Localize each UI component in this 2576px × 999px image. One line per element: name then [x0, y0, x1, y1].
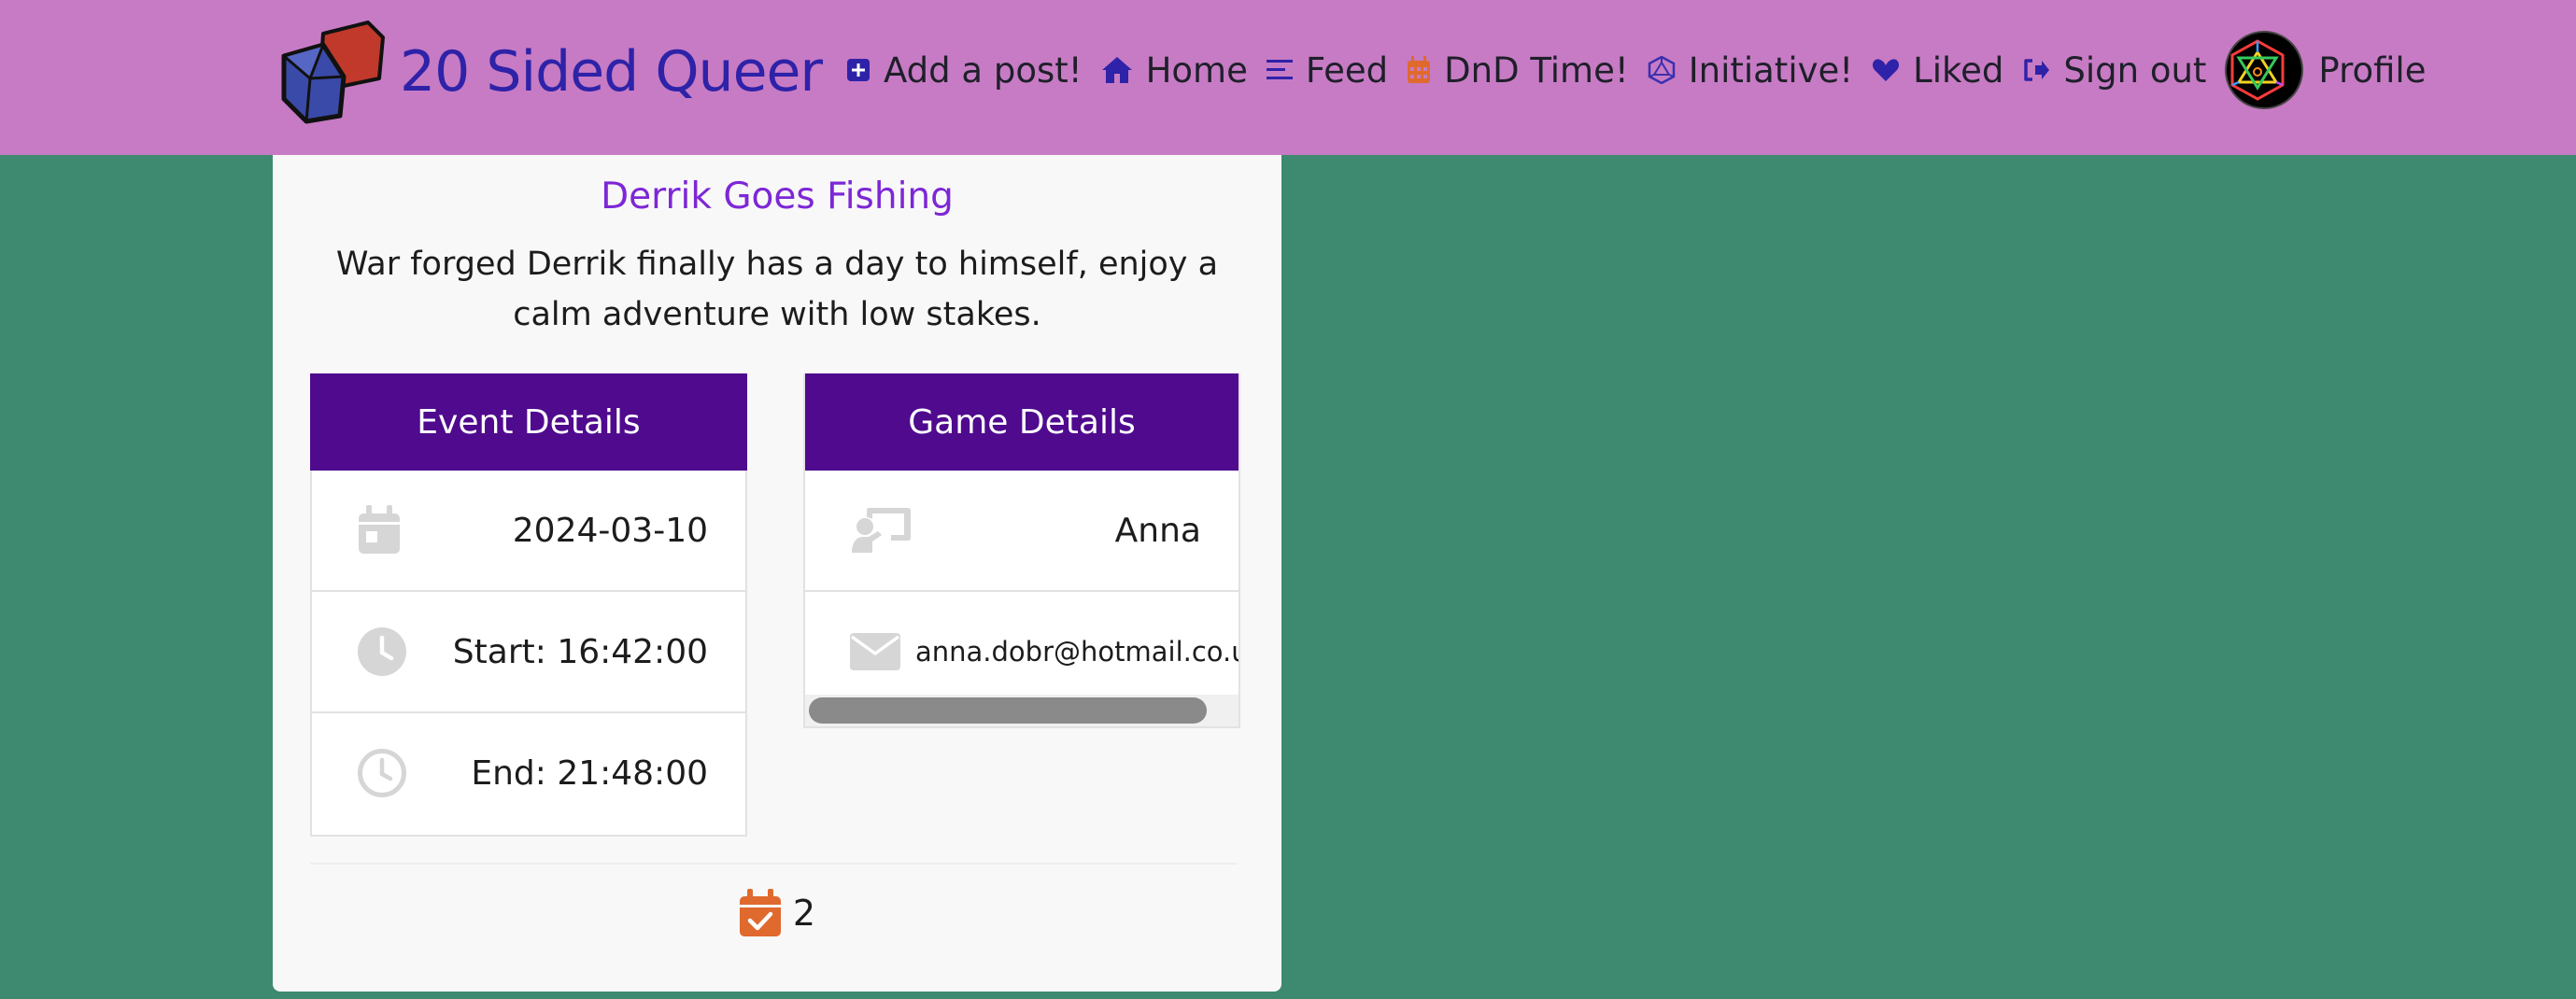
- attendance: 2: [273, 889, 1281, 937]
- event-end-time: End: 21:48:00: [471, 753, 708, 793]
- nav-home-label: Home: [1145, 49, 1248, 91]
- event-start-time: Start: 16:42:00: [452, 632, 708, 671]
- nav-add-post[interactable]: Add a post!: [846, 50, 1083, 91]
- nav-initiative[interactable]: Initiative!: [1648, 50, 1853, 91]
- event-end-row: End: 21:48:00: [312, 713, 745, 833]
- navbar: 20 Sided Queer Add a post! Home Feed DnD…: [0, 0, 2576, 155]
- nav-initiative-label: Initiative!: [1688, 49, 1854, 91]
- avatar: [2225, 31, 2304, 109]
- game-details-panel: Game Details Anna anna.dobr@hotmail.co.u…: [803, 373, 1240, 728]
- game-dm-row: Anna: [805, 471, 1238, 592]
- event-date: 2024-03-10: [512, 511, 708, 550]
- nav-profile-label: Profile: [2318, 49, 2427, 91]
- nav-sign-out-label: Sign out: [2063, 49, 2207, 91]
- nav-dnd-time-label: DnD Time!: [1444, 49, 1629, 91]
- clock-outline-icon: [358, 749, 406, 797]
- game-dm-email[interactable]: anna.dobr@hotmail.co.uk: [915, 636, 1238, 668]
- rainbow-d20-icon: [2230, 39, 2285, 101]
- list-icon: [1266, 60, 1293, 79]
- nav-profile[interactable]: Profile: [2225, 31, 2426, 109]
- heart-icon: [1873, 59, 1900, 81]
- attendance-count: 2: [792, 893, 816, 934]
- event-details-header: Event Details: [310, 373, 747, 471]
- dice-logo-icon: [281, 21, 385, 124]
- event-card: Derrik Goes Fishing War forged Derrik fi…: [273, 155, 1281, 992]
- game-dm-name: Anna: [1114, 511, 1201, 550]
- brand-link[interactable]: 20 Sided Queer: [278, 19, 823, 125]
- event-description: War forged Derrik finally has a day to h…: [335, 246, 1219, 333]
- nav-feed[interactable]: Feed: [1266, 49, 1389, 91]
- nav-liked[interactable]: Liked: [1872, 50, 2003, 91]
- sign-out-icon: [2024, 59, 2050, 81]
- clock-icon: [358, 627, 406, 676]
- nav-add-post-label: Add a post!: [884, 49, 1083, 91]
- nav-dnd-time[interactable]: DnD Time!: [1407, 50, 1629, 91]
- horizontal-scrollbar[interactable]: [805, 695, 1238, 726]
- house-icon: [1101, 57, 1132, 83]
- calendar-check-icon[interactable]: [739, 889, 782, 937]
- event-start-row: Start: 16:42:00: [312, 592, 745, 713]
- game-details-header: Game Details: [805, 373, 1238, 471]
- event-title[interactable]: Derrik Goes Fishing: [273, 176, 1281, 218]
- card-divider: [310, 863, 1237, 865]
- calendar-icon: [359, 505, 400, 554]
- nav-home[interactable]: Home: [1101, 50, 1248, 91]
- nav-sign-out[interactable]: Sign out: [2022, 50, 2206, 91]
- nav-menu: Add a post! Home Feed DnD Time! Initiati…: [846, 28, 2426, 112]
- plus-square-icon: [847, 59, 870, 81]
- d20-icon: [1648, 56, 1675, 84]
- envelope-icon: [850, 633, 900, 670]
- calendar-icon: [1408, 56, 1431, 83]
- chalkboard-user-icon: [852, 508, 911, 553]
- event-date-row: 2024-03-10: [312, 471, 745, 592]
- event-details-panel: Event Details 2024-03-10 Start: 16:42:00: [310, 373, 747, 837]
- nav-liked-label: Liked: [1913, 49, 2004, 91]
- brand-name: 20 Sided Queer: [400, 39, 823, 105]
- scrollbar-thumb[interactable]: [809, 697, 1207, 724]
- nav-feed-label: Feed: [1305, 49, 1389, 91]
